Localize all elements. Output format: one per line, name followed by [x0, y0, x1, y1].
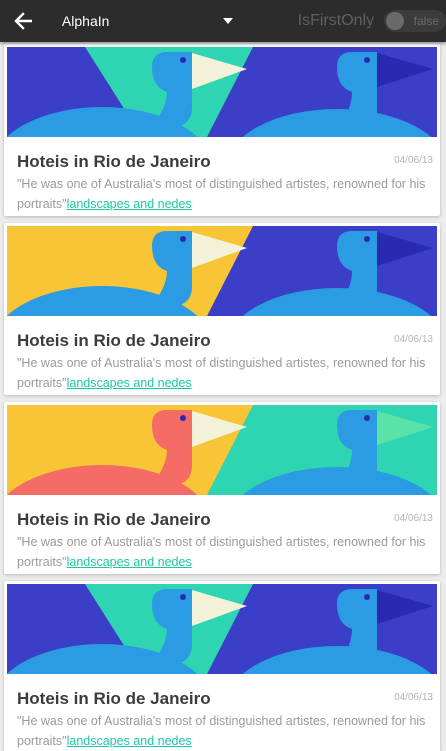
toggle-state-text: false — [413, 14, 439, 28]
card-item[interactable]: Hoteis in Rio de Janeiro 04/06/13 "He wa… — [4, 44, 440, 216]
card-link[interactable]: landscapes and nedes — [67, 376, 192, 390]
card-date: 04/06/13 — [394, 334, 433, 345]
card-link[interactable]: landscapes and nedes — [67, 555, 192, 569]
filter-dropdown[interactable]: AlphaIn — [62, 0, 234, 42]
card-title: Hoteis in Rio de Janeiro — [17, 689, 211, 708]
card-title: Hoteis in Rio de Janeiro — [17, 152, 211, 171]
card-date: 04/06/13 — [394, 692, 433, 703]
back-button[interactable] — [0, 0, 46, 42]
app-toolbar: AlphaIn IsFirstOnly false — [0, 0, 446, 42]
toggle-knob — [386, 12, 405, 30]
card-description: "He was one of Australia's most of disti… — [17, 711, 433, 751]
dropdown-value: AlphaIn — [61, 13, 110, 29]
card-list[interactable]: Hoteis in Rio de Janeiro 04/06/13 "He wa… — [0, 42, 446, 751]
toggle-label: IsFirstOnly — [297, 12, 375, 29]
card-link[interactable]: landscapes and nedes — [67, 197, 192, 211]
card-description: "He was one of Australia's most of disti… — [17, 353, 433, 393]
card-date: 04/06/13 — [394, 155, 433, 166]
card-image — [7, 47, 437, 137]
card-image — [7, 405, 437, 495]
arrow-left-icon — [14, 12, 32, 30]
card-image — [7, 226, 437, 316]
card-link[interactable]: landscapes and nedes — [67, 734, 192, 748]
card-item[interactable]: Hoteis in Rio de Janeiro 04/06/13 "He wa… — [4, 223, 440, 395]
caret-down-icon — [222, 17, 234, 25]
card-image — [7, 584, 437, 674]
card-description: "He was one of Australia's most of disti… — [17, 532, 433, 572]
card-title: Hoteis in Rio de Janeiro — [17, 510, 211, 529]
card-title: Hoteis in Rio de Janeiro — [17, 331, 211, 350]
card-description: "He was one of Australia's most of disti… — [17, 174, 433, 214]
card-item[interactable]: Hoteis in Rio de Janeiro 04/06/13 "He wa… — [4, 402, 440, 574]
card-date: 04/06/13 — [394, 513, 433, 524]
is-first-only-toggle[interactable]: false — [384, 10, 446, 32]
card-item[interactable]: Hoteis in Rio de Janeiro 04/06/13 "He wa… — [4, 581, 440, 751]
